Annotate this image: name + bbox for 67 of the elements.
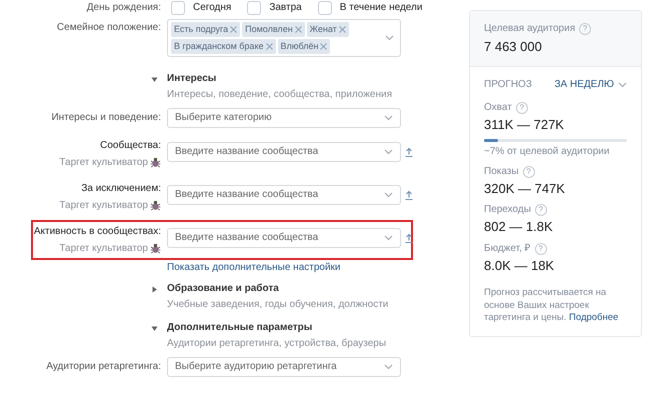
remove-icon — [294, 26, 302, 33]
metric-label: Переходы — [484, 204, 531, 216]
field-label: Семейное положение: — [56, 21, 162, 35]
chevron-down-icon — [384, 192, 393, 198]
checkbox[interactable] — [318, 1, 332, 15]
metric-label: Показы — [484, 166, 519, 178]
section-title[interactable]: Образование и работа — [167, 281, 388, 297]
select-field[interactable]: Выберите категорию — [167, 108, 401, 128]
tag-chip[interactable]: Есть подруга — [171, 22, 240, 37]
tag-chip[interactable]: Влюблён — [278, 39, 330, 54]
more-link[interactable]: Подробнее — [569, 312, 618, 324]
bug-icon — [150, 200, 161, 211]
settings-link[interactable]: Показать дополнительные настройки — [167, 262, 341, 274]
checkbox-label[interactable]: Завтра — [269, 2, 302, 14]
remove-icon — [338, 26, 346, 33]
chevron-down-icon — [384, 149, 393, 155]
period-dropdown[interactable]: ЗА НЕДЕЛЮ — [554, 79, 627, 91]
bug-icon — [150, 157, 161, 168]
search-field[interactable]: Введите название сообщества — [167, 185, 401, 205]
section-title[interactable]: Интересы — [167, 71, 392, 87]
upload-icon — [405, 233, 413, 243]
field-sublabel: Таргет культиватор — [59, 242, 148, 256]
remove-icon — [320, 43, 328, 50]
metric-label: Охват — [484, 102, 512, 114]
chevron-down-icon — [384, 364, 393, 370]
field-label: За исключением: — [80, 182, 161, 196]
section-subtitle: Учебные заведения, годы обучения, должности — [167, 298, 388, 312]
chevron-down-icon — [384, 235, 393, 241]
field-label: Интересы и поведение: — [50, 112, 162, 124]
remove-icon — [230, 26, 238, 33]
metric-value: 311K — 727K — [484, 117, 565, 133]
forecast-footnote: Прогноз рассчитывается на основе Ваших настроек таргетинга и цены. Подробнее — [484, 287, 620, 324]
field-label: Аудитории ретаргетинга: — [45, 361, 162, 373]
chevron-down-icon — [384, 115, 393, 121]
field-sublabel: Таргет культиватор — [59, 156, 148, 170]
field-label: День рождения: — [86, 2, 162, 14]
chevron-down-icon — [385, 35, 394, 41]
tag-chip[interactable]: Женат — [306, 22, 349, 37]
search-field[interactable]: Введите название сообщества — [167, 142, 401, 162]
field-label: Активность в сообществах: — [33, 225, 161, 239]
field-label: Сообщества: — [99, 139, 161, 153]
tag-chip[interactable]: В гражданском браке — [171, 39, 276, 54]
section-subtitle: Аудитории ретаргетинга, устройства, браузеры — [167, 337, 386, 351]
checkbox-label[interactable]: Сегодня — [193, 2, 232, 14]
metric-label: Бюджет, ₽ — [484, 242, 531, 255]
metric-value: 8.0K — 18K — [484, 258, 556, 274]
metric-value: 802 — 1.8K — [484, 219, 554, 235]
metric-value: 320K — 747K — [484, 180, 566, 196]
remove-icon — [266, 43, 272, 50]
upload-icon — [405, 190, 413, 200]
checkbox[interactable] — [247, 1, 262, 15]
select-field[interactable]: Выберите аудиторию ретаргетинга — [167, 357, 401, 377]
chevron-down-icon — [618, 82, 627, 88]
bug-icon — [150, 243, 161, 254]
metric-note: ~7% от целевой аудитории — [484, 146, 610, 158]
upload-icon — [405, 147, 413, 157]
search-field[interactable]: Введите название сообщества — [167, 228, 401, 248]
tag-chip[interactable]: Помолвлен — [242, 22, 305, 37]
forecast-label: ПРОГНОЗ — [484, 79, 532, 91]
field-sublabel: Таргет культиватор — [59, 199, 148, 213]
section-subtitle: Интересы, поведение, сообщества, приложения — [167, 88, 392, 102]
audience-value: 7 463 000 — [484, 39, 543, 55]
multiselect-field[interactable]: Есть подруга Помолвлен Женат В гражданском браке Влюблён — [167, 19, 401, 57]
audience-label: Целевая аудитория — [484, 23, 576, 35]
section-title[interactable]: Дополнительные параметры — [167, 320, 386, 336]
checkbox-label[interactable]: В течение недели — [340, 2, 422, 14]
checkbox[interactable] — [171, 1, 185, 15]
